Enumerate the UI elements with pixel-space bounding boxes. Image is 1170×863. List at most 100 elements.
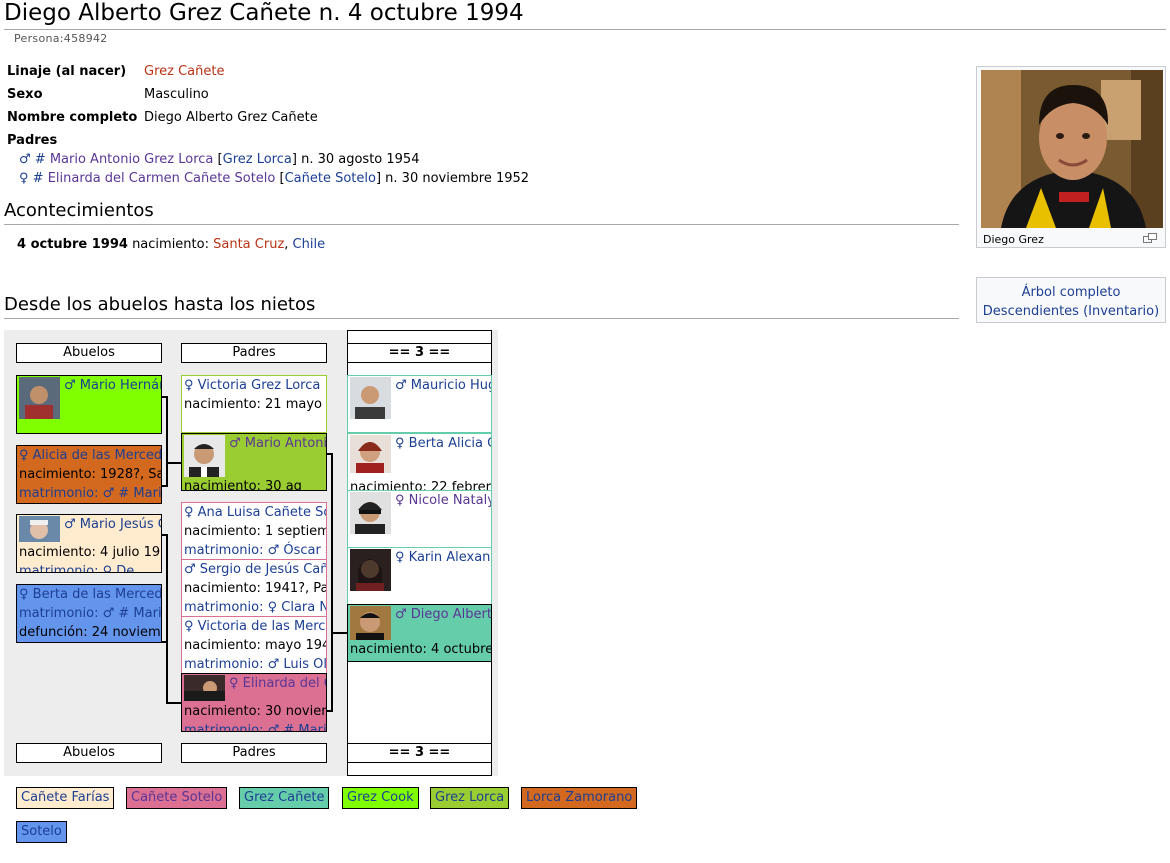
birth-info: nacimiento: 30 ag bbox=[184, 479, 302, 491]
tree-col3-top-cap bbox=[347, 330, 492, 344]
legend-item-canete-farias[interactable]: Cañete Farías bbox=[16, 787, 115, 809]
parent-row-mother: ♀ # Elinarda del Carmen Cañete Sotelo [C… bbox=[19, 171, 529, 186]
tree-connector bbox=[167, 462, 181, 464]
descendants-link[interactable]: Descendientes (Inventario) bbox=[983, 304, 1159, 319]
tree-col3-bottom-cap bbox=[347, 762, 492, 776]
marriage-link[interactable]: matrimonio: ♀ Clara N bbox=[182, 598, 326, 616]
father-lineage-link[interactable]: Grez Lorca bbox=[223, 152, 292, 167]
page-subtitle: Persona:458942 bbox=[14, 32, 108, 45]
marriage-link[interactable]: matrimonio: ♂ # Mari bbox=[182, 721, 326, 731]
person-thumbnail bbox=[350, 435, 391, 477]
lineage-link[interactable]: Grez Cañete bbox=[144, 64, 224, 79]
events-divider bbox=[4, 224, 959, 225]
legend-item-lorca-zamorano[interactable]: Lorca Zamorano bbox=[521, 787, 638, 809]
grandparent-card[interactable]: ♀ Berta de las Merced matrimonio: ♂ # Ma… bbox=[16, 584, 162, 643]
grandparent-card[interactable]: ♀ Alicia de las Merced nacimiento: 1928?… bbox=[16, 445, 162, 504]
person-thumbnail bbox=[350, 492, 391, 534]
marriage-link[interactable]: matrimonio: ♂ Luis Oli bbox=[182, 655, 326, 673]
person-link[interactable]: ♂ Sergio de Jesús Cañ bbox=[182, 560, 326, 579]
person-thumbnail bbox=[350, 606, 391, 640]
child-card[interactable]: ♀ Berta Alicia G nacimiento: 22 febrero bbox=[347, 433, 492, 491]
tree-connector bbox=[166, 534, 168, 704]
page-title: Diego Alberto Grez Cañete n. 4 octubre 1… bbox=[4, 0, 524, 26]
parent-card[interactable]: ♀ Elinarda del C nacimiento: 30 noviem m… bbox=[181, 673, 327, 732]
tree-footer-grandparents: Abuelos bbox=[16, 743, 162, 763]
child-card[interactable]: ♀ Karin Alexand bbox=[347, 547, 492, 605]
person-link[interactable]: ♀ Ana Luisa Cañete So bbox=[182, 503, 326, 522]
birth-info: nacimiento: 1928?, Sa bbox=[19, 467, 162, 482]
parents-label: Padres bbox=[7, 133, 58, 148]
tree-connector bbox=[167, 702, 181, 704]
person-link[interactable]: ♀ Berta de las Merced bbox=[17, 585, 161, 604]
event-place-sep: , bbox=[284, 237, 289, 252]
father-lineage-close: ] bbox=[291, 152, 297, 167]
parent-card[interactable]: ♂ Sergio de Jesús Cañ nacimiento: 1941?,… bbox=[181, 559, 327, 617]
tree-header-generation: == 3 == bbox=[347, 343, 492, 363]
birth-info: nacimiento: 21 mayo 1 bbox=[184, 397, 327, 412]
full-tree-link[interactable]: Árbol completo bbox=[1022, 285, 1121, 300]
death-info: defunción: 24 noviemb bbox=[19, 625, 162, 640]
title-divider bbox=[4, 29, 1166, 30]
events-heading: Acontecimientos bbox=[4, 200, 154, 221]
tree-divider bbox=[4, 318, 959, 319]
side-links-box: Árbol completo Descendientes (Inventario… bbox=[976, 277, 1166, 323]
child-card[interactable]: ♂ Mauricio Hug bbox=[347, 375, 492, 433]
photo-caption: Diego Grez bbox=[983, 233, 1044, 246]
event-place-link[interactable]: Santa Cruz bbox=[213, 237, 284, 252]
legend-item-canete-sotelo[interactable]: Cañete Sotelo bbox=[126, 787, 228, 809]
full-name-value: Diego Alberto Grez Cañete bbox=[144, 110, 318, 125]
person-thumbnail bbox=[184, 675, 225, 701]
photo-box: Diego Grez bbox=[976, 66, 1166, 248]
tree-footer-parents: Padres bbox=[181, 743, 327, 763]
mother-lineage-link[interactable]: Cañete Sotelo bbox=[285, 171, 376, 186]
sex-value: Masculino bbox=[144, 87, 209, 102]
parent-card[interactable]: ♀ Ana Luisa Cañete So nacimiento: 1 sept… bbox=[181, 502, 327, 560]
person-thumbnail bbox=[350, 549, 391, 591]
birth-info: nacimiento: 1941?, Pa bbox=[184, 581, 327, 596]
birth-info: nacimiento: 4 octubre bbox=[350, 642, 492, 657]
parent-card[interactable]: ♂ Mario Antonio nacimiento: 30 ag bbox=[181, 433, 327, 491]
person-thumbnail bbox=[19, 377, 60, 419]
event-date: 4 octubre 1994 bbox=[17, 237, 128, 252]
birth-info: nacimiento: 22 febrero bbox=[350, 480, 492, 491]
legend-item-sotelo[interactable]: Sotelo bbox=[16, 821, 67, 843]
marriage-link[interactable]: matrimonio: ♀ De bbox=[17, 562, 161, 572]
sex-label: Sexo bbox=[7, 87, 43, 102]
full-name-label: Nombre completo bbox=[7, 110, 138, 125]
tree-header-grandparents: Abuelos bbox=[16, 343, 162, 363]
enlarge-icon[interactable] bbox=[1143, 233, 1157, 246]
parent-card[interactable]: ♀ Victoria de las Merce nacimiento: mayo… bbox=[181, 616, 327, 674]
marriage-link[interactable]: matrimonio: ♂ # Mari bbox=[17, 604, 161, 623]
person-link[interactable]: ♀ Victoria Grez Lorca bbox=[182, 376, 326, 395]
lineage-label: Linaje (al nacer) bbox=[7, 64, 127, 79]
child-card[interactable]: ♀ Nicole Nataly bbox=[347, 490, 492, 548]
tree-connector bbox=[331, 453, 333, 712]
person-thumbnail bbox=[350, 377, 391, 419]
parent-row-father: ♂ # Mario Antonio Grez Lorca [Grez Lorca… bbox=[19, 152, 419, 167]
child-card[interactable]: ♂ Diego Alberto nacimiento: 4 octubre bbox=[347, 604, 492, 662]
grandparent-card[interactable]: ♂ Mario Jesús C nacimiento: 4 julio 191 … bbox=[16, 514, 162, 573]
mother-lineage-close: ] bbox=[375, 171, 382, 186]
birth-info: nacimiento: mayo 194 bbox=[184, 638, 327, 653]
mother-link[interactable]: Elinarda del Carmen Cañete Sotelo bbox=[48, 171, 276, 186]
marriage-link[interactable]: matrimonio: ♂ # Mari bbox=[17, 484, 161, 503]
birth-info: nacimiento: 4 julio 191 bbox=[19, 545, 162, 560]
father-link[interactable]: Mario Antonio Grez Lorca bbox=[50, 152, 214, 167]
event-row: 4 octubre 1994 nacimiento: Santa Cruz, C… bbox=[17, 237, 325, 252]
person-link[interactable]: ♀ Victoria de las Merce bbox=[182, 617, 326, 636]
event-country-link[interactable]: Chile bbox=[293, 237, 326, 252]
legend-item-grez-canete[interactable]: Grez Cañete bbox=[239, 787, 330, 809]
tree-header-parents: Padres bbox=[181, 343, 327, 363]
parent-card[interactable]: ♀ Victoria Grez Lorca nacimiento: 21 may… bbox=[181, 375, 327, 433]
marriage-link[interactable]: matrimonio: ♂ Óscar S bbox=[182, 541, 326, 559]
tree-footer-generation: == 3 == bbox=[347, 743, 492, 763]
person-photo[interactable] bbox=[981, 70, 1163, 228]
person-link[interactable]: ♀ Alicia de las Merced bbox=[17, 446, 161, 465]
father-symbol: ♂ # bbox=[19, 152, 46, 167]
grandparent-card[interactable]: ♂ Mario Hernán bbox=[16, 375, 162, 434]
legend-item-grez-cook[interactable]: Grez Cook bbox=[342, 787, 419, 809]
mother-symbol: ♀ # bbox=[19, 171, 44, 186]
mother-date: n. 30 noviembre 1952 bbox=[385, 171, 530, 186]
birth-info: nacimiento: 1 septiem bbox=[184, 524, 327, 539]
legend-item-grez-lorca[interactable]: Grez Lorca bbox=[430, 787, 510, 809]
